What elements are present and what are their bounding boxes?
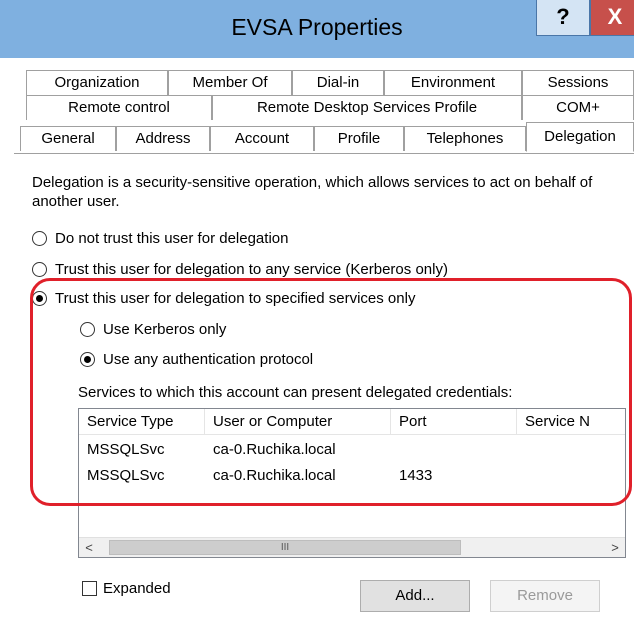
radio-no-trust-label: Do not trust this user for delegation (55, 230, 289, 247)
remove-button[interactable]: Remove (490, 580, 600, 612)
tab-environment[interactable]: Environment (384, 70, 522, 95)
tab-dial-in[interactable]: Dial-in (292, 70, 384, 95)
tab-telephones[interactable]: Telephones (404, 126, 526, 151)
tab-account[interactable]: Account (210, 126, 314, 151)
scroll-left-icon[interactable]: < (79, 538, 99, 557)
radio-icon[interactable] (32, 231, 47, 246)
scroll-right-icon[interactable]: > (605, 538, 625, 557)
tab-profile[interactable]: Profile (314, 126, 404, 151)
add-button[interactable]: Add... (360, 580, 470, 612)
tab-delegation[interactable]: Delegation (526, 122, 634, 152)
delegation-description: Delegation is a security-sensitive opera… (32, 174, 593, 210)
tab-rds-profile[interactable]: Remote Desktop Services Profile (212, 95, 522, 120)
tab-address[interactable]: Address (116, 126, 210, 151)
expanded-label: Expanded (103, 580, 171, 597)
help-button[interactable]: ? (536, 0, 590, 36)
title-bar: EVSA Properties ? X (0, 0, 634, 58)
tab-divider (14, 153, 634, 154)
scroll-thumb[interactable]: III (109, 540, 461, 555)
tab-general[interactable]: General (20, 126, 116, 151)
tab-sessions[interactable]: Sessions (522, 70, 634, 95)
properties-dialog: EVSA Properties ? X Organization Member … (0, 0, 634, 617)
expanded-checkbox[interactable] (82, 581, 97, 596)
highlight-annotation (30, 278, 632, 506)
tab-remote-control[interactable]: Remote control (26, 95, 212, 120)
horizontal-scrollbar[interactable]: < III > (79, 537, 625, 557)
close-button[interactable]: X (590, 0, 634, 36)
radio-icon[interactable] (32, 262, 47, 277)
expanded-checkbox-row[interactable]: Expanded (82, 580, 171, 597)
tab-organization[interactable]: Organization (26, 70, 168, 95)
tab-com-plus[interactable]: COM+ (522, 95, 634, 120)
radio-trust-any-label: Trust this user for delegation to any se… (55, 261, 448, 278)
radio-no-trust[interactable]: Do not trust this user for delegation (32, 229, 288, 251)
tab-member-of[interactable]: Member Of (168, 70, 292, 95)
